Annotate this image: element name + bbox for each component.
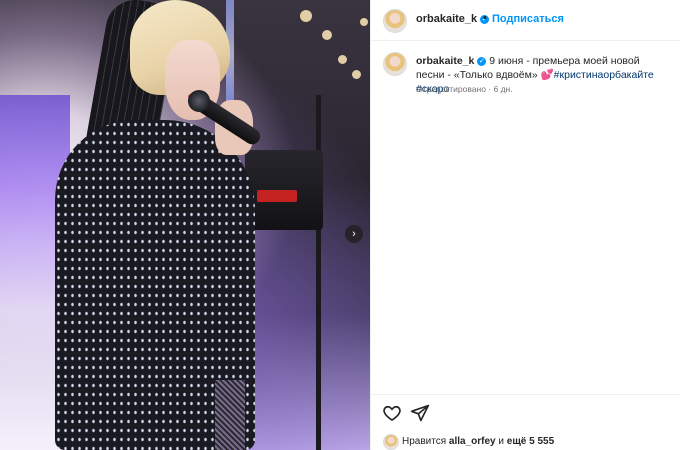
likes-prefix: Нравится [402,436,447,447]
speaker [245,150,323,230]
bokeh-light [338,55,347,64]
likes-and: и [498,436,504,447]
next-photo-button[interactable]: › [345,225,363,243]
divider [371,40,680,41]
hashtag-link[interactable]: #кристинаорбакайте [554,69,654,81]
edited-timestamp: Отредактировано · 6 дн. [416,84,513,94]
share-icon[interactable] [410,403,430,423]
bokeh-light [322,30,332,40]
username-text[interactable]: orbakaite_k [416,13,477,25]
verified-icon: ✓ [477,56,487,66]
liker-username[interactable]: alla_orfey [449,436,496,447]
microphone-head [188,90,210,112]
likes-summary: Нравится alla_orfey и ещё 5 555 [402,436,554,447]
liker-avatar[interactable] [383,434,399,450]
hearts-emoji: 💕 [540,69,554,81]
caption-username[interactable]: orbakaite_k [416,55,474,67]
bokeh-light [300,10,312,22]
heart-icon[interactable] [382,403,402,423]
fishnet-leg [215,380,245,450]
caption-avatar[interactable] [383,52,407,76]
bokeh-light [352,70,361,79]
header-username[interactable]: orbakaite_k ✓ [416,13,490,25]
speaker-logo [257,190,297,202]
follow-button[interactable]: Подписаться [492,13,564,25]
avatar[interactable] [383,9,407,33]
post-photo[interactable]: › [0,0,370,450]
likes-count[interactable]: ещё 5 555 [507,436,554,447]
mic-stand [316,95,321,450]
divider [371,394,680,395]
separator-dot: • [483,12,487,24]
post-side-panel: orbakaite_k ✓ • Подписаться orbakaite_k ✓ … [370,0,680,450]
bokeh-light [360,18,368,26]
